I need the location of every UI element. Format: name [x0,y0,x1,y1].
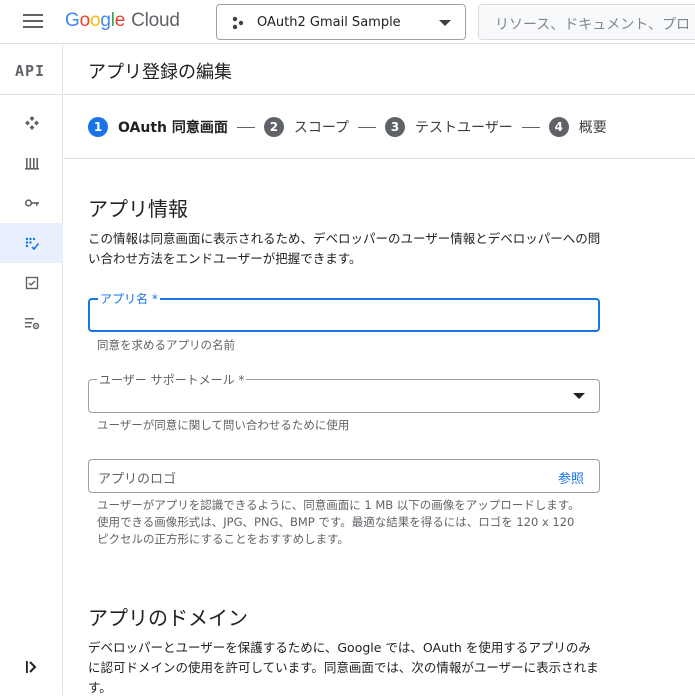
nav-item-oauth-consent[interactable] [0,223,63,263]
app-name-hint: 同意を求めるアプリの名前 [97,338,235,352]
expand-sidebar-icon[interactable] [24,659,40,675]
oauth-consent-icon [25,237,39,251]
top-bar: Google Cloud OAuth2 Gmail Sample リソース、ドキュ… [0,0,695,44]
step-4-label[interactable]: 概要 [579,117,607,137]
app-logo-hint: ユーザーがアプリを認識できるように、同意画面に 1 MB 以下の画像をアップロー… [97,498,580,546]
app-domain-description: デベロッパーとユーザーを保護するために、Google では、OAuth を使用す… [88,640,599,695]
app-info-title: アプリ情報 [88,197,188,221]
api-logo[interactable]: API [15,62,45,80]
project-name: OAuth2 Gmail Sample [257,15,401,30]
app-logo-placeholder: アプリのロゴ [98,472,177,487]
project-selector[interactable]: OAuth2 Gmail Sample [216,4,466,40]
stepper: 1 OAuth 同意画面 2 スコープ 3 テストユーザー 4 概要 [88,117,607,137]
step-2-number[interactable]: 2 [263,117,284,137]
step-separator [358,126,377,128]
dropdown-arrow-icon [573,393,585,399]
page-usage-settings-icon [24,318,39,330]
step-3-number[interactable]: 3 [385,117,406,137]
library-icon [24,158,39,170]
support-email-label: ユーザー サポートメール * [97,371,247,388]
step-separator [521,126,540,128]
nav-item-page-usage-settings[interactable] [0,303,63,343]
step-separator [236,126,255,128]
nav-item-library[interactable] [0,143,63,183]
app-logo-field[interactable]: アプリのロゴ 参照 [88,459,600,493]
google-cloud-logo[interactable]: Google Cloud [65,10,180,32]
support-email-select[interactable]: ユーザー サポートメール * [88,371,600,413]
app-domain-title: アプリのドメイン [88,606,248,630]
stepper-divider [64,158,695,159]
search-input[interactable]: リソース、ドキュメント、プロ [478,4,695,40]
app-name-field[interactable]: アプリ名 * [88,290,600,332]
support-email-hint: ユーザーが同意に関して問い合わせるために使用 [97,418,350,432]
nav-item-domain-verification[interactable] [0,263,63,303]
app-info-description: この情報は同意画面に表示されるため、デベロッパーのユーザー情報とデベロッパーへの… [88,231,601,266]
step-4-number[interactable]: 4 [548,117,569,137]
search-placeholder: リソース、ドキュメント、プロ [495,17,691,33]
step-2-label[interactable]: スコープ [294,117,349,137]
browse-button[interactable]: 参照 [558,468,584,487]
nav-item-credentials[interactable] [0,183,63,223]
nav-item-dashboard[interactable] [0,103,63,143]
step-1-number[interactable]: 1 [88,117,108,137]
domain-verification-icon [25,276,38,290]
title-divider [64,94,695,95]
nav-divider [0,94,63,95]
step-3-label[interactable]: テストユーザー [415,117,513,137]
project-icon [232,16,244,30]
key-icon [24,199,39,207]
dashboard-icon [24,116,39,130]
main-content: アプリ登録の編集 1 OAuth 同意画面 2 スコープ 3 テストユーザー 4… [64,45,695,695]
app-name-input[interactable] [90,300,598,330]
left-nav: API [0,45,63,695]
chevron-down-icon [439,20,451,26]
hamburger-menu-icon[interactable] [23,14,43,28]
step-1-label[interactable]: OAuth 同意画面 [118,117,228,137]
page-title: アプリ登録の編集 [88,62,232,83]
